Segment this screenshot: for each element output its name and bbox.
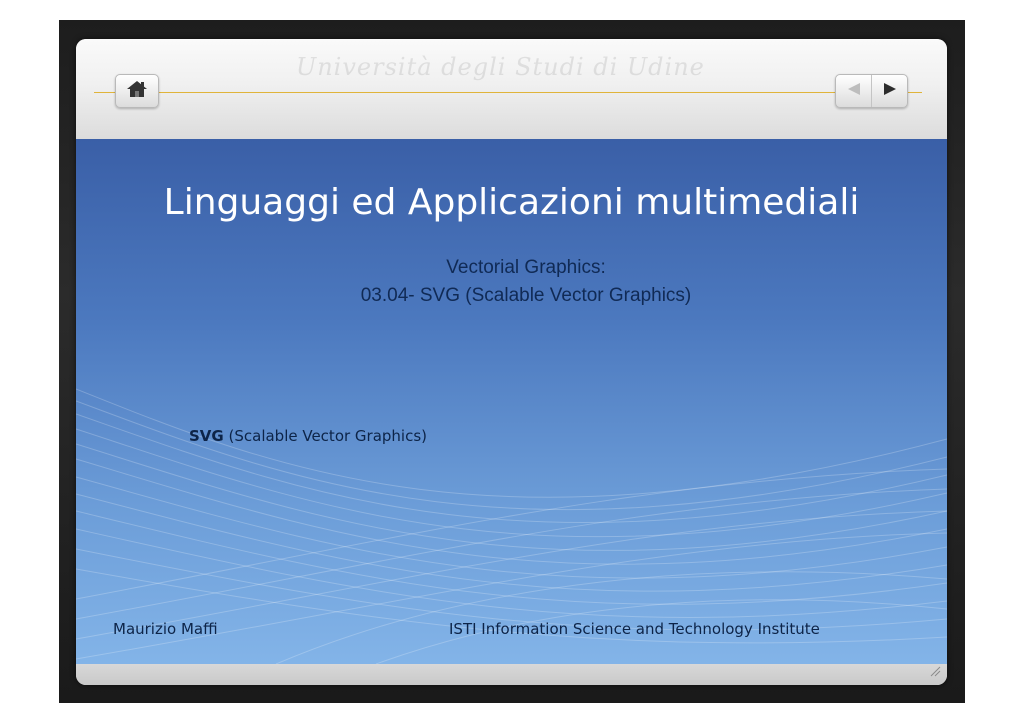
footer-author: Maurizio Maffi: [113, 620, 218, 638]
slide-content: Linguaggi ed Applicazioni multimediali V…: [76, 139, 947, 664]
footer-institute: ISTI Information Science and Technology …: [449, 620, 820, 638]
home-icon: [126, 80, 148, 103]
watermark-text: Università degli Studi di Udine: [296, 53, 705, 81]
topic-description: (Scalable Vector Graphics): [223, 427, 428, 445]
accent-line: [94, 92, 922, 93]
presentation-window: Università degli Studi di Udine Linguagg…: [76, 39, 947, 685]
slide-topic: SVG (Scalable Vector Graphics): [189, 427, 427, 445]
resize-grip-icon[interactable]: [929, 664, 941, 682]
window-chrome: Università degli Studi di Udine: [76, 39, 947, 139]
slide-subtitle-line1: Vectorial Graphics:: [446, 257, 606, 278]
window-status-bar: [76, 664, 947, 685]
slide-title: Linguaggi ed Applicazioni multimediali: [163, 182, 860, 223]
arrow-left-icon: [846, 82, 862, 101]
home-button[interactable]: [115, 74, 159, 108]
arrow-right-icon: [882, 82, 898, 101]
slide-navigation: [835, 74, 908, 108]
topic-keyword: SVG: [189, 427, 224, 445]
previous-slide-button[interactable]: [836, 75, 871, 107]
slide-subtitle-line2: 03.04- SVG (Scalable Vector Graphics): [360, 285, 692, 306]
next-slide-button[interactable]: [871, 75, 907, 107]
